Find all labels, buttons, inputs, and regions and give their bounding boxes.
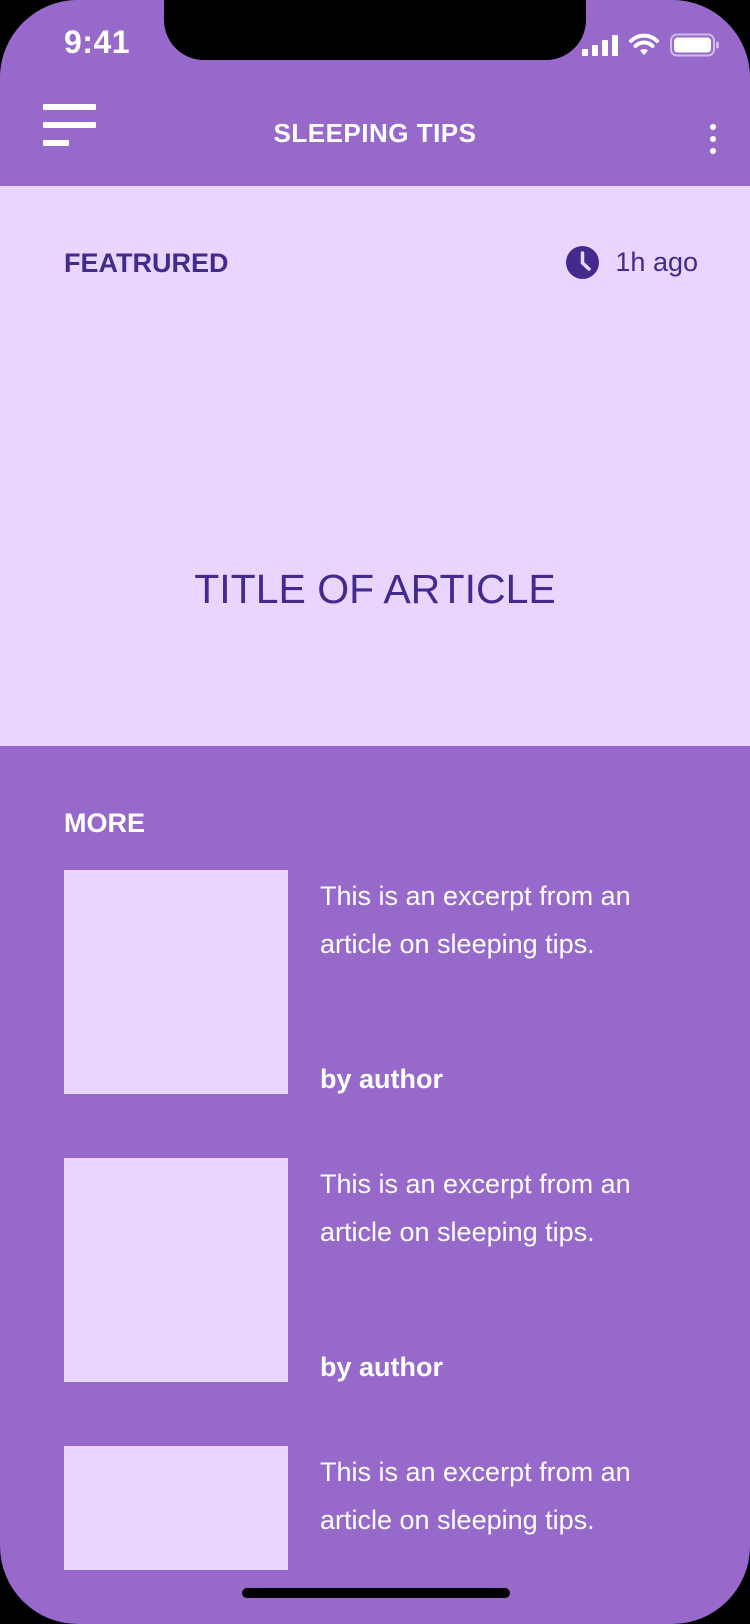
featured-timestamp: 1h ago xyxy=(566,246,698,279)
more-options-button[interactable] xyxy=(698,116,732,162)
article-thumbnail xyxy=(64,1446,288,1570)
page-title: SLEEPING TIPS xyxy=(273,118,477,148)
article-thumbnail xyxy=(64,1158,288,1382)
home-indicator[interactable] xyxy=(242,1588,510,1598)
featured-label: FEATRURED xyxy=(64,248,229,278)
more-dot-icon xyxy=(710,148,716,154)
clock-icon xyxy=(566,246,600,279)
device-notch xyxy=(164,0,586,60)
featured-article[interactable]: FEATRURED 1h ago TITLE OF ARTICLE xyxy=(0,186,750,746)
status-time: 9:41 xyxy=(64,24,131,60)
article-excerpt: This is an excerpt from an article on sl… xyxy=(320,1169,631,1247)
cellular-signal-icon xyxy=(582,35,618,56)
article-author: by author xyxy=(320,1064,444,1094)
article-thumbnail xyxy=(64,870,288,1094)
more-dot-icon xyxy=(710,124,716,130)
phone-screen: SLEEPING TIPS 9:41 FEATRURED 1h ago TITL… xyxy=(0,0,750,1624)
wifi-icon xyxy=(629,33,659,55)
article-excerpt: This is an excerpt from an article on sl… xyxy=(320,1457,631,1535)
article-excerpt: This is an excerpt from an article on sl… xyxy=(320,881,631,959)
article-item[interactable]: This is an excerpt from an article on sl… xyxy=(64,870,704,1094)
status-icons xyxy=(582,30,720,60)
menu-line-icon xyxy=(43,104,96,110)
more-section-label: MORE xyxy=(64,808,145,838)
article-author: by author xyxy=(320,1352,444,1382)
article-item[interactable]: This is an excerpt from an article on sl… xyxy=(64,1158,704,1382)
battery-icon xyxy=(670,33,719,57)
featured-title: TITLE OF ARTICLE xyxy=(194,566,556,612)
more-dot-icon xyxy=(710,136,716,142)
featured-time-text: 1h ago xyxy=(615,247,698,277)
